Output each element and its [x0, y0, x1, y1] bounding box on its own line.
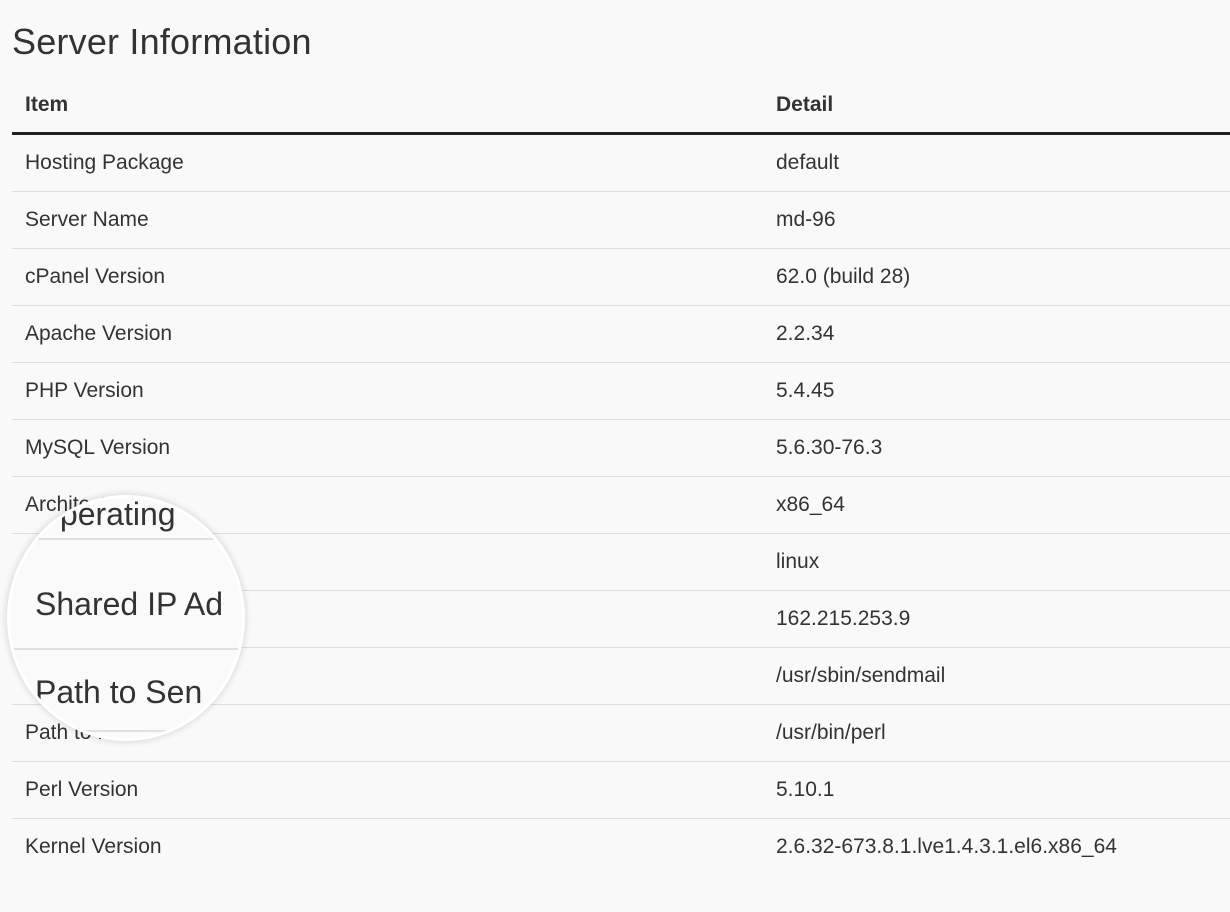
row-item-label: PHP Version	[12, 362, 763, 420]
row-item-label: Server Name	[12, 191, 763, 249]
row-detail-value: 2.6.32-673.8.1.lve1.4.3.1.el6.x86_64	[776, 835, 1117, 858]
magnified-divider	[10, 538, 242, 540]
page-title: Server Information	[12, 21, 312, 62]
magnified-divider	[10, 730, 242, 732]
row-detail-value: 5.10.1	[763, 761, 1230, 819]
row-detail-value: 5.4.45	[763, 362, 1230, 420]
magnified-label: Operating	[35, 498, 176, 532]
server-information-page: Server Information Item Detail Hosting P…	[0, 0, 1230, 912]
row-item-label: Hosting Package	[12, 133, 763, 192]
row-item-label: Perl Version	[12, 761, 763, 819]
magnified-label: Path to Sen	[35, 674, 203, 710]
table-row: Hosting Package default	[12, 133, 1230, 192]
row-detail-value: x86_64	[763, 476, 1230, 534]
row-item-label: Apache Version	[12, 305, 763, 363]
row-detail-value: default	[763, 133, 1230, 192]
column-header-item: Item	[12, 78, 763, 135]
row-detail-value: linux	[763, 533, 1230, 591]
row-detail-value: 2.2.34	[763, 305, 1230, 363]
magnifier-lens: Operating Shared IP Ad Path to Sen	[10, 498, 242, 738]
table-header-row: Item Detail	[12, 78, 1230, 135]
row-item-label: Kernel Version	[25, 835, 162, 858]
table-row: Server Name md-96	[12, 191, 1230, 249]
column-header-detail: Detail	[763, 78, 1230, 135]
table-row: Apache Version 2.2.34	[12, 305, 1230, 363]
table-row: MySQL Version 5.6.30-76.3	[12, 419, 1230, 477]
row-detail-value: 162.215.253.9	[763, 590, 1230, 648]
row-detail-value: /usr/bin/perl	[763, 704, 1230, 762]
table-row: Perl Version 5.10.1	[12, 761, 1230, 819]
row-detail-value: md-96	[763, 191, 1230, 249]
server-info-table: Item Detail Hosting Package default Serv…	[12, 78, 1230, 875]
row-detail-value: 62.0 (build 28)	[763, 248, 1230, 306]
row-detail-value: /usr/sbin/sendmail	[763, 647, 1230, 705]
row-item-label: MySQL Version	[12, 419, 763, 477]
row-item-label: cPanel Version	[12, 248, 763, 306]
table-row: PHP Version 5.4.45	[12, 362, 1230, 420]
row-detail-value: 5.6.30-76.3	[763, 419, 1230, 477]
table-row: cPanel Version 62.0 (build 28)	[12, 248, 1230, 306]
table-row: Kernel Version 2.6.32-673.8.1.lve1.4.3.1…	[12, 819, 1230, 876]
magnified-divider	[10, 648, 242, 650]
magnified-label: Shared IP Ad	[35, 586, 223, 622]
